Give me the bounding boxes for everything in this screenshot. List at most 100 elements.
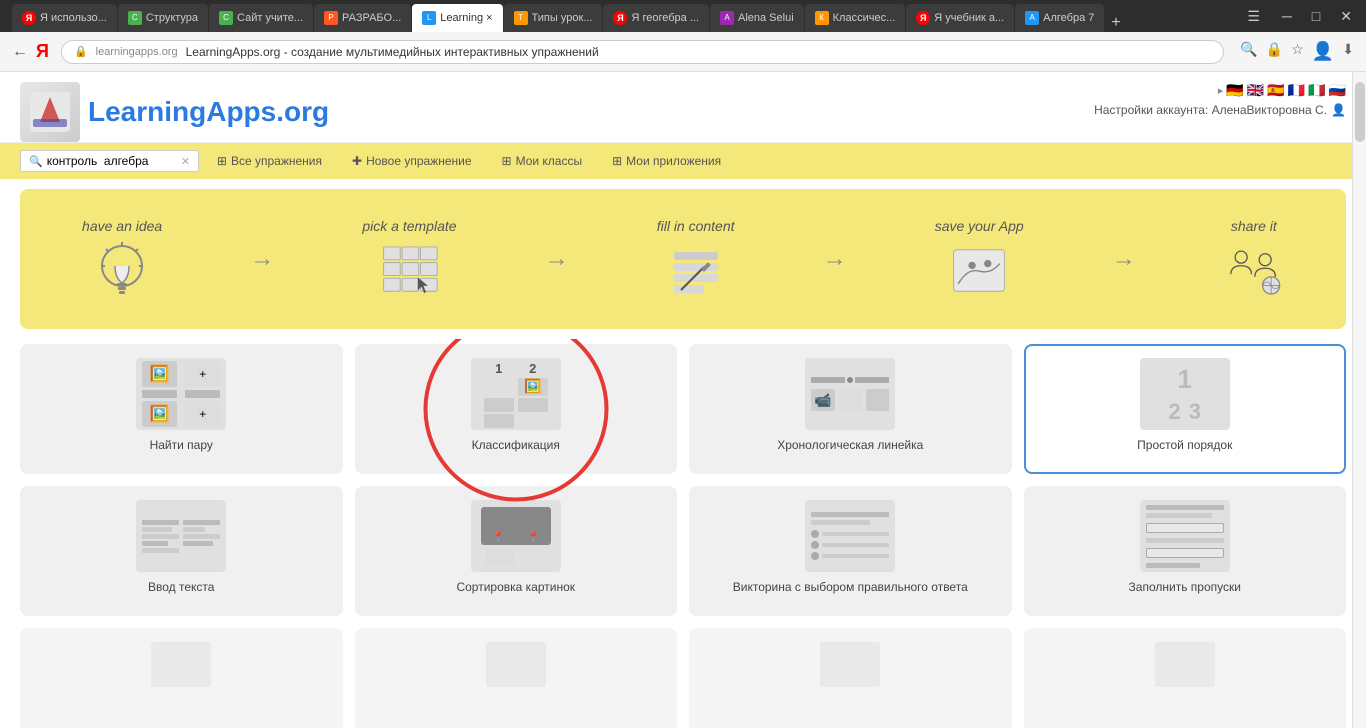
tab-1[interactable]: Я Я использо...	[12, 4, 117, 32]
search-box[interactable]: 🔍 ✕	[20, 150, 199, 172]
tab-label-9: Классичес...	[833, 12, 896, 24]
menu-icon[interactable]: ☰	[1247, 8, 1260, 25]
hero-arrow-2: →	[545, 245, 569, 273]
lock-icon[interactable]: 🔒	[1266, 41, 1283, 62]
tab-favicon-4: Р	[324, 11, 338, 25]
hero-step-3-label: fill in content	[657, 218, 735, 234]
tab-8[interactable]: A Alena Selui	[710, 4, 804, 32]
card-thumb-order: 1 2 3	[1140, 358, 1230, 430]
card-thumb-find-pair: 🖼️ 🖼️ +	[136, 358, 226, 430]
hero-template-icon	[379, 240, 439, 300]
titlebar: Я Я использо... C Структура С Сайт учите…	[0, 0, 1366, 32]
browser-search-icon[interactable]: 🔍	[1240, 41, 1257, 62]
tab-3[interactable]: С Сайт учите...	[209, 4, 313, 32]
maximize-button[interactable]: □	[1306, 8, 1326, 25]
page-content: LearningApps.org ▸ 🇩🇪 🇬🇧 🇪🇸 🇫🇷 🇮🇹 🇷🇺 Нас…	[0, 72, 1366, 728]
new-exercise-nav[interactable]: ✚ Новое упражнение	[340, 149, 484, 173]
flag-en[interactable]: 🇬🇧	[1247, 82, 1264, 99]
bookmark-star-icon[interactable]: ☆	[1291, 41, 1304, 62]
header-right: ▸ 🇩🇪 🇬🇧 🇪🇸 🇫🇷 🇮🇹 🇷🇺 Настройки аккаунта: …	[1094, 82, 1346, 117]
tab-5-learning[interactable]: L Learning ×	[412, 4, 502, 32]
card-fill-gaps[interactable]: Заполнить пропуски	[1024, 486, 1347, 616]
lang-arrow: ▸	[1218, 84, 1224, 97]
scrollbar[interactable]	[1352, 72, 1366, 728]
tab-favicon-5: L	[422, 11, 436, 25]
minimize-button[interactable]: ─	[1276, 8, 1298, 25]
card-sort-images[interactable]: 📍 📍 Сортировка картинок	[355, 486, 678, 616]
card-timeline[interactable]: 📹 Хронологическая линейка	[689, 344, 1012, 474]
tab-7[interactable]: Я Я геогебра ...	[603, 4, 709, 32]
my-apps-nav[interactable]: ⊞ Мои приложения	[600, 149, 733, 173]
card-text-input[interactable]: Ввод текста	[20, 486, 343, 616]
hero-step-3: fill in content	[657, 218, 735, 300]
card-simple-order[interactable]: 1 2 3 Простой порядок	[1024, 344, 1347, 474]
flag-it[interactable]: 🇮🇹	[1308, 82, 1325, 99]
tab-4[interactable]: Р РАЗРАБО...	[314, 4, 411, 32]
search-clear-icon[interactable]: ✕	[181, 155, 190, 168]
tab-label-7: Я геогебра ...	[631, 12, 699, 24]
card-partial-4[interactable]	[1024, 628, 1347, 728]
search-icon: 🔍	[29, 155, 43, 168]
hero-arrow-3: →	[823, 245, 847, 273]
language-flags: ▸ 🇩🇪 🇬🇧 🇪🇸 🇫🇷 🇮🇹 🇷🇺	[1218, 82, 1346, 99]
card-quiz[interactable]: Викторина с выбором правильного ответа	[689, 486, 1012, 616]
address-bar-icons: 🔍 🔒 ☆ 👤 ⬇	[1240, 41, 1354, 62]
tab-favicon-8: A	[720, 11, 734, 25]
account-avatar-icon: 👤	[1331, 103, 1346, 117]
download-icon[interactable]: ⬇	[1342, 41, 1354, 62]
window-controls: ☰ ─ □ ✕	[1247, 8, 1358, 25]
hero-step-4-label: save your App	[935, 218, 1024, 234]
tab-favicon-7: Я	[613, 11, 627, 25]
hero-step-5: share it	[1224, 218, 1284, 300]
close-button[interactable]: ✕	[1334, 8, 1358, 25]
flag-es[interactable]: 🇪🇸	[1267, 82, 1284, 99]
flag-fr[interactable]: 🇫🇷	[1288, 82, 1305, 99]
url-bar[interactable]: 🔒 learningapps.org LearningApps.org - со…	[61, 40, 1224, 64]
pair-thumb-content: 🖼️ 🖼️ +	[138, 358, 224, 430]
search-input[interactable]	[47, 154, 177, 168]
tab-label-5: Learning ×	[440, 12, 492, 24]
my-classes-nav[interactable]: ⊞ Мои классы	[490, 149, 595, 173]
card-label-classify: Классификация	[472, 438, 560, 452]
cards-area: 🖼️ 🖼️ +	[0, 339, 1366, 728]
scrollbar-thumb[interactable]	[1355, 82, 1365, 142]
card-find-pair[interactable]: 🖼️ 🖼️ +	[20, 344, 343, 474]
hero-step-1-label: have an idea	[82, 218, 162, 234]
card-label-quiz: Викторина с выбором правильного ответа	[733, 580, 968, 594]
account-label-text: Настройки аккаунта: АленаВикторовна С.	[1094, 103, 1327, 117]
card-partial-1[interactable]	[20, 628, 343, 728]
card-label-timeline: Хронологическая линейка	[777, 438, 923, 452]
site-logo-text: LearningApps.org	[88, 96, 329, 128]
back-button[interactable]: ←	[12, 43, 28, 61]
card-classify[interactable]: 1 2 🖼️ Классификация	[355, 344, 678, 474]
tab-label-1: Я использо...	[40, 12, 107, 24]
profile-icon[interactable]: 👤	[1312, 41, 1334, 62]
tab-10[interactable]: Я Я учебник а...	[906, 4, 1014, 32]
card-label-text-input: Ввод текста	[148, 580, 214, 594]
card-partial-3[interactable]	[689, 628, 1012, 728]
hero-idea-icon	[92, 240, 152, 300]
flag-de[interactable]: 🇩🇪	[1226, 82, 1243, 99]
tab-2[interactable]: C Структура	[118, 4, 208, 32]
card-partial-2[interactable]	[355, 628, 678, 728]
tab-favicon-10: Я	[916, 11, 930, 25]
flag-ru[interactable]: 🇷🇺	[1329, 82, 1346, 99]
tab-11[interactable]: А Алгебра 7	[1015, 4, 1104, 32]
all-exercises-nav[interactable]: ⊞ Все упражнения	[205, 149, 334, 173]
domain-text: learningapps.org	[96, 46, 178, 58]
my-apps-label: Мои приложения	[626, 154, 721, 168]
tab-6[interactable]: Т Типы урок...	[504, 4, 603, 32]
tab-9[interactable]: К Классичес...	[805, 4, 906, 32]
card-thumb-quiz	[805, 500, 895, 572]
card-thumb-sort: 📍 📍	[471, 500, 561, 572]
new-tab-button[interactable]: +	[1105, 14, 1126, 32]
hero-step-2: pick a template	[362, 218, 456, 300]
tab-label-4: РАЗРАБО...	[342, 12, 401, 24]
hero-step-1: have an idea	[82, 218, 162, 300]
hero-arrow-4: →	[1112, 245, 1136, 273]
hero-banner: have an idea → pick a template	[20, 189, 1346, 329]
hero-content-icon	[666, 240, 726, 300]
card-label-fill-gaps: Заполнить пропуски	[1129, 580, 1241, 594]
card-label-find-pair: Найти пару	[150, 438, 213, 452]
tab-label-8: Alena Selui	[738, 12, 794, 24]
